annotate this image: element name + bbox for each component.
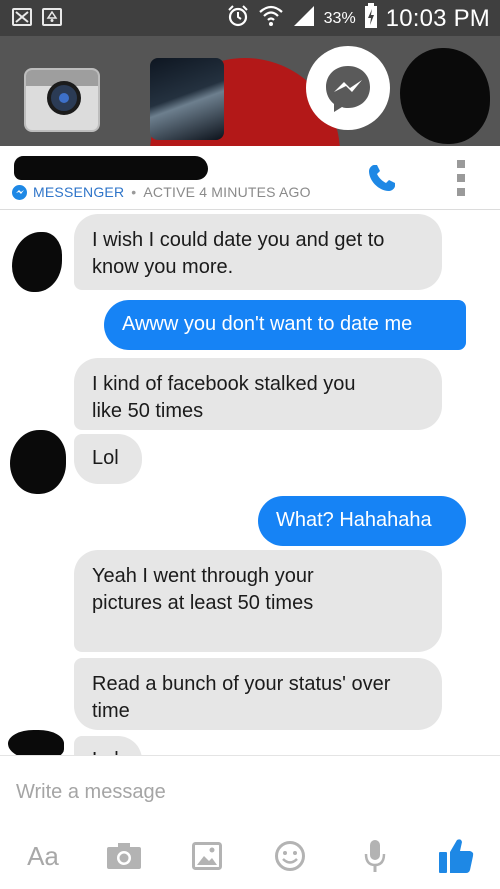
emoji-icon [275,841,305,871]
brand-label: MESSENGER [33,184,125,200]
message-bubble-incoming[interactable]: Lol [74,434,142,484]
status-time: 10:03 PM [385,4,490,32]
more-options-button[interactable] [450,160,472,196]
like-button[interactable] [436,833,476,879]
signal-icon [292,4,316,33]
messenger-head[interactable] [306,46,390,130]
redacted-contact-name [14,156,208,180]
recycle-icon [42,8,62,26]
camera-button[interactable] [106,833,142,879]
battery-charging-icon [364,3,378,34]
message-bubble-incoming[interactable]: Lol [74,736,142,755]
contact-avatar-redacted [8,730,64,755]
activity-status: ACTIVE 4 MINUTES AGO [143,184,311,200]
message-bubble-outgoing[interactable]: What? Hahahaha [258,496,466,546]
message-composer [0,755,500,825]
camera-app-head[interactable] [24,68,100,132]
message-bubble-incoming[interactable]: I wish I could date you and get to know … [74,214,442,290]
photo-thumbnail-head[interactable] [150,58,224,140]
conversation-card: MESSENGER • ACTIVE 4 MINUTES AGO I wish … [0,146,500,889]
alarm-icon [226,4,250,33]
chat-heads-tray [0,36,500,146]
microphone-icon [364,840,386,872]
message-bubble-incoming[interactable]: I kind of facebook stalked you like 50 t… [74,358,442,430]
redacted-contact-head[interactable] [400,48,490,144]
separator-dot: • [131,184,137,200]
contact-avatar-redacted [10,430,66,494]
gallery-button[interactable] [190,833,224,879]
emoji-button[interactable] [272,833,308,879]
camera-lens-icon [47,81,81,115]
message-bubble-incoming[interactable]: Yeah I went through your pictures at lea… [74,550,442,652]
camera-icon [107,843,141,869]
gallery-icon [192,842,222,870]
message-input[interactable] [16,778,456,806]
wifi-icon [258,4,284,33]
message-bubble-outgoing[interactable]: Awww you don't want to date me [104,300,466,350]
message-list[interactable]: I wish I could date you and get to know … [0,210,500,755]
more-vertical-icon [457,160,465,168]
contact-avatar-redacted [12,232,62,292]
messenger-small-icon [12,184,27,200]
phone-call-button[interactable] [366,162,398,194]
presence-row: MESSENGER • ACTIVE 4 MINUTES AGO [12,184,311,200]
message-bubble-incoming[interactable]: Read a bunch of your status' over time [74,658,442,730]
battery-percent: 33% [323,9,356,27]
phone-call-icon [369,165,395,191]
thumbs-up-icon [439,839,474,873]
text-format-button[interactable]: Aa [20,833,66,879]
status-bar: 33% 10:03 PM [0,0,500,36]
conversation-header: MESSENGER • ACTIVE 4 MINUTES AGO [0,146,500,210]
mail-icon [12,8,32,26]
composer-toolbar: Aa [0,825,500,889]
microphone-button[interactable] [360,833,390,879]
messenger-logo-icon [326,66,370,112]
